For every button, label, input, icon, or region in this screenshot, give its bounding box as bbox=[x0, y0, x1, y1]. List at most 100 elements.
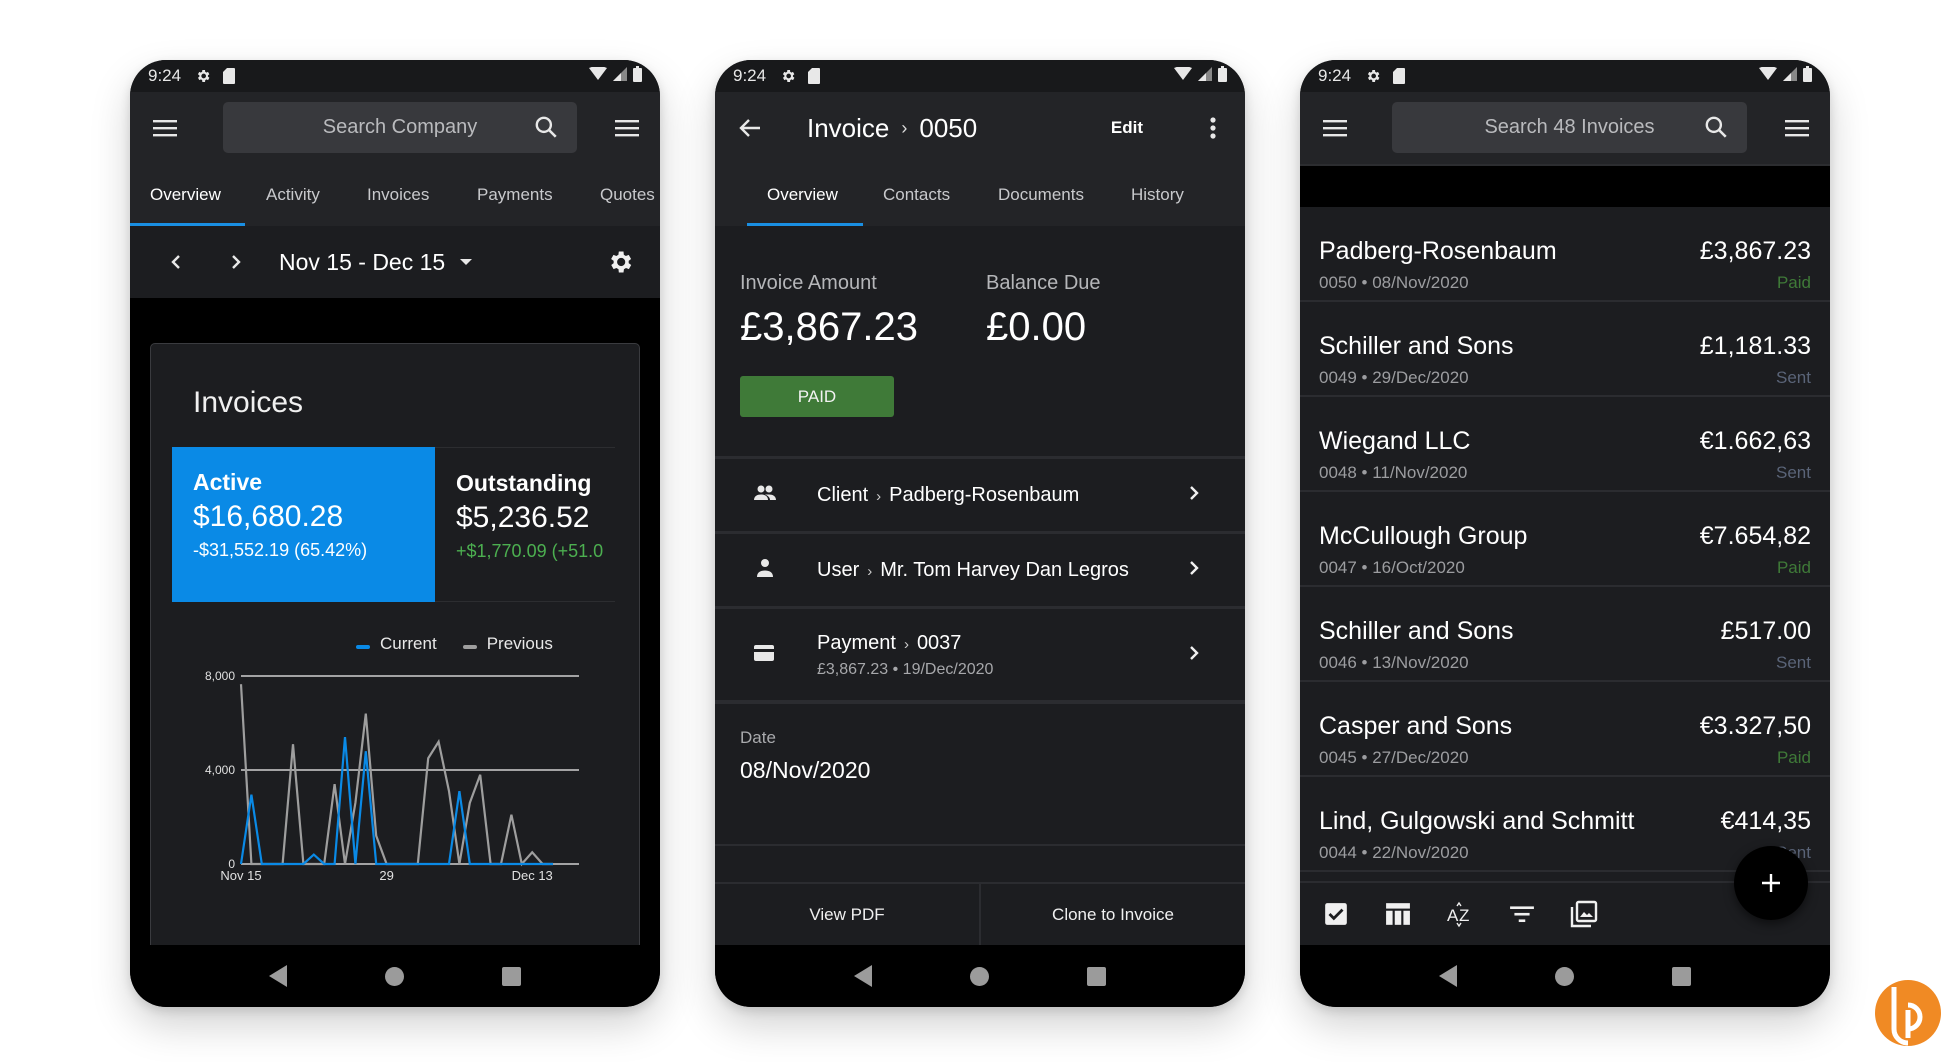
invoice-amount: £517.00 bbox=[1720, 617, 1811, 645]
invoice-amount-label: Invoice Amount bbox=[740, 272, 877, 294]
clone-to-invoice-button[interactable]: Clone to Invoice bbox=[979, 884, 1245, 945]
nav-back-icon[interactable] bbox=[854, 965, 872, 987]
settings-status-icon bbox=[1365, 68, 1381, 84]
outstanding-delta: +$1,770.09 (+51.0 bbox=[456, 541, 604, 561]
tab-activity[interactable]: Activity bbox=[266, 164, 320, 226]
nav-recents-icon[interactable] bbox=[1087, 966, 1106, 986]
previous-period-button[interactable] bbox=[150, 236, 202, 288]
sort-button[interactable]: AZ bbox=[1436, 890, 1484, 938]
legend-swatch-previous bbox=[462, 645, 477, 649]
breadcrumb-separator: › bbox=[903, 635, 909, 653]
tab-documents[interactable]: Documents bbox=[998, 164, 1084, 226]
invoice-list-item[interactable]: Schiller and Sons 0046 • 13/Nov/2020 £517.… bbox=[1300, 587, 1830, 682]
dashboard-background: Invoices Active $16,680.28 -$31,552.19 (… bbox=[130, 298, 660, 963]
nav-recents-icon[interactable] bbox=[502, 966, 521, 986]
invoices-card: Invoices Active $16,680.28 -$31,552.19 (… bbox=[150, 343, 640, 963]
more-options-button[interactable] bbox=[1187, 102, 1239, 154]
nav-home-icon[interactable] bbox=[970, 966, 989, 986]
invoice-list-item[interactable]: Casper and Sons 0045 • 27/Dec/2020 €3.327,… bbox=[1300, 682, 1830, 777]
outstanding-tile[interactable]: Outstanding $5,236.52 +$1,770.09 (+51.0 bbox=[435, 447, 615, 602]
svg-text:Z: Z bbox=[1459, 906, 1469, 925]
client-link-row[interactable]: Client › Padberg-Rosenbaum bbox=[715, 459, 1245, 531]
select-all-button[interactable] bbox=[1312, 890, 1360, 938]
x-tick-label: 29 bbox=[379, 868, 393, 883]
tab-contacts[interactable]: Contacts bbox=[883, 164, 950, 226]
tab-bar: Overview Contacts Documents History bbox=[715, 164, 1245, 226]
wifi-icon bbox=[589, 66, 607, 86]
tab-quotes[interactable]: Quotes bbox=[600, 164, 655, 226]
active-value: $16,680.28 bbox=[193, 500, 344, 533]
active-delta: -$31,552.19 (65.42%) bbox=[193, 540, 368, 560]
brand-logo-icon bbox=[1875, 980, 1941, 1046]
menu-button[interactable] bbox=[1310, 102, 1362, 154]
search-placeholder: Search 48 Invoices bbox=[1484, 116, 1655, 138]
view-pdf-button[interactable]: View PDF bbox=[715, 884, 979, 945]
edit-button[interactable]: Edit bbox=[1111, 118, 1143, 138]
dashboard-settings-button[interactable] bbox=[594, 236, 646, 288]
app-bar: Search Company bbox=[130, 92, 660, 164]
nav-home-icon[interactable] bbox=[385, 966, 404, 986]
invoice-meta: 0046 • 13/Nov/2020 bbox=[1319, 653, 1469, 672]
signal-icon bbox=[1783, 66, 1797, 86]
y-tick-label: 8,000 bbox=[205, 669, 235, 683]
invoice-amount: €414,35 bbox=[1720, 807, 1811, 835]
system-nav-bar bbox=[1300, 945, 1830, 1007]
tab-invoices[interactable]: Invoices bbox=[367, 164, 429, 226]
columns-button[interactable] bbox=[1374, 890, 1422, 938]
balance-due-block: Balance Due £0.00 bbox=[986, 272, 1101, 350]
invoice-amount: €7.654,82 bbox=[1699, 522, 1811, 550]
table-columns-icon bbox=[1386, 903, 1410, 925]
user-link-row[interactable]: User › Mr. Tom Harvey Dan Legros bbox=[715, 534, 1245, 606]
invoice-list-item[interactable]: McCullough Group 0047 • 16/Oct/2020 €7.654… bbox=[1300, 492, 1830, 587]
active-tile[interactable]: Active $16,680.28 -$31,552.19 (65.42%) bbox=[172, 447, 435, 602]
phone-invoice-detail: 9:24 Invoice › 0050 Edit Overview Contac… bbox=[715, 60, 1245, 1007]
gallery-button[interactable] bbox=[1560, 890, 1608, 938]
invoice-list-item[interactable]: Wiegand LLC 0048 • 11/Nov/2020 €1.662,63 Se… bbox=[1300, 397, 1830, 492]
caret-down-icon bbox=[460, 259, 473, 265]
nav-back-icon[interactable] bbox=[1439, 965, 1457, 987]
filter-button[interactable] bbox=[1498, 890, 1546, 938]
tab-overview[interactable]: Overview bbox=[150, 164, 221, 226]
status-bar: 9:24 bbox=[1300, 60, 1830, 92]
action-bar: View PDF Clone to Invoice bbox=[715, 882, 1245, 945]
filter-menu-button[interactable] bbox=[1772, 102, 1824, 154]
status-paid-button[interactable]: PAID bbox=[740, 376, 894, 417]
nav-recents-icon[interactable] bbox=[1672, 966, 1691, 986]
legend-previous: Previous bbox=[462, 634, 553, 654]
tab-overview[interactable]: Overview bbox=[767, 164, 838, 226]
search-company-input[interactable]: Search Company bbox=[223, 102, 577, 153]
user-label: User bbox=[817, 558, 860, 581]
payment-sub: £3,867.23 • 19/Dec/2020 bbox=[817, 660, 994, 678]
menu-button[interactable] bbox=[140, 102, 192, 154]
filter-menu-button[interactable] bbox=[602, 102, 654, 154]
tab-payments[interactable]: Payments bbox=[477, 164, 553, 226]
hamburger-icon bbox=[1323, 120, 1347, 137]
client-label: Client bbox=[817, 483, 869, 506]
date-label: Date bbox=[740, 728, 776, 747]
invoice-client: McCullough Group bbox=[1319, 522, 1528, 550]
search-invoices-input[interactable]: Search 48 Invoices bbox=[1392, 102, 1747, 153]
invoice-status: Sent bbox=[1776, 463, 1811, 482]
date-range-dropdown[interactable]: Nov 15 - Dec 15 bbox=[279, 249, 473, 276]
nav-home-icon[interactable] bbox=[1555, 966, 1574, 986]
divider bbox=[715, 700, 1245, 704]
page-title: Invoice › 0050 bbox=[807, 113, 977, 144]
invoice-amount: £1,181.33 bbox=[1699, 332, 1811, 360]
invoice-list-item[interactable]: Schiller and Sons 0049 • 29/Dec/2020 £1,18… bbox=[1300, 302, 1830, 397]
next-period-button[interactable] bbox=[210, 236, 262, 288]
invoice-list-item[interactable]: Padberg-Rosenbaum 0050 • 08/Nov/2020 £3,86… bbox=[1300, 207, 1830, 302]
search-icon[interactable] bbox=[1703, 114, 1729, 146]
breadcrumb-separator: › bbox=[876, 487, 882, 505]
invoice-meta: 0047 • 16/Oct/2020 bbox=[1319, 558, 1465, 577]
add-invoice-fab[interactable] bbox=[1734, 846, 1808, 920]
breadcrumb-separator: › bbox=[901, 117, 908, 138]
tab-history[interactable]: History bbox=[1131, 164, 1184, 226]
back-button[interactable] bbox=[725, 102, 777, 154]
invoice-client: Padberg-Rosenbaum bbox=[1319, 237, 1557, 265]
divider bbox=[715, 844, 1245, 846]
nav-back-icon[interactable] bbox=[269, 965, 287, 987]
search-icon[interactable] bbox=[533, 114, 559, 146]
invoice-amount-block: Invoice Amount £3,867.23 bbox=[740, 272, 918, 350]
battery-icon bbox=[633, 65, 642, 87]
payment-link-row[interactable]: Payment › 0037 £3,867.23 • 19/Dec/2020 bbox=[715, 609, 1245, 701]
